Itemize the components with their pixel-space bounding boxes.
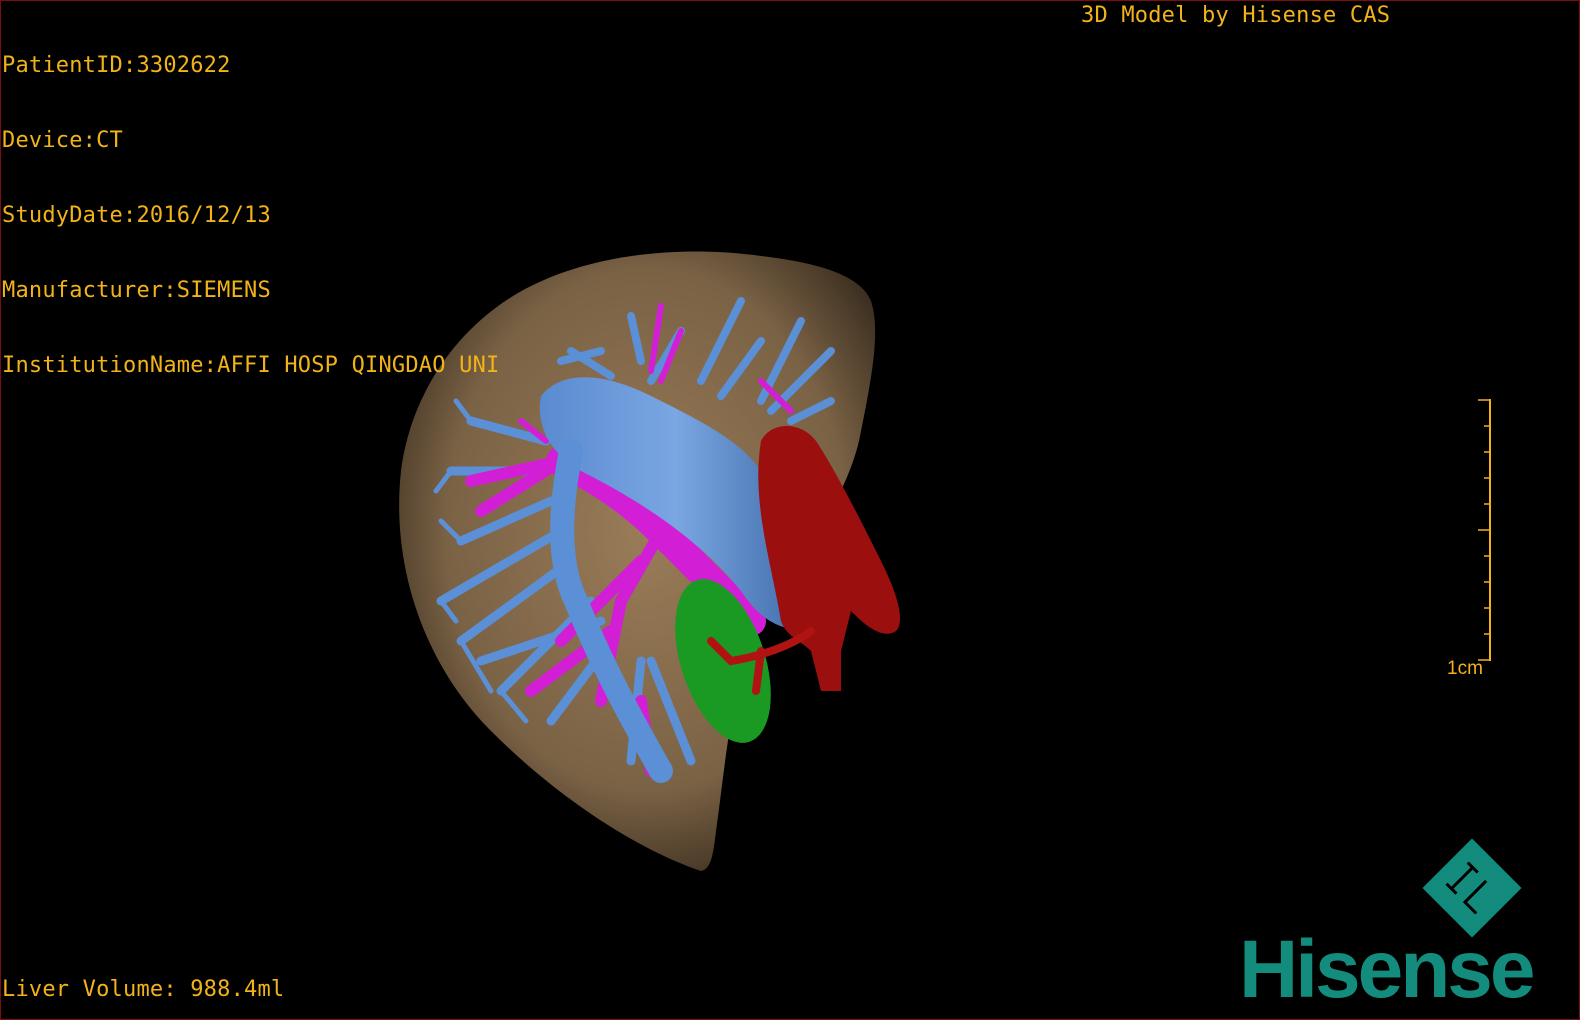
hisense-wordmark: Hisense xyxy=(1239,924,1536,1015)
scale-ruler xyxy=(1478,399,1491,661)
manufacturer-text: Manufacturer:SIEMENS xyxy=(2,278,271,303)
study-date-text: StudyDate:2016/12/13 xyxy=(2,203,271,228)
model-credit-text: 3D Model by Hisense CAS xyxy=(1081,3,1391,28)
liver-volume-text: Liver Volume: 988.4ml xyxy=(2,977,285,1002)
patient-id-text: PatientID:3302622 xyxy=(2,53,231,78)
institution-text: InstitutionName:AFFI HOSP QINGDAO UNI xyxy=(2,353,500,378)
3d-viewport[interactable]: PatientID:3302622 Device:CT StudyDate:20… xyxy=(0,0,1580,1020)
patient-info-overlay: PatientID:3302622 Device:CT StudyDate:20… xyxy=(2,3,499,428)
scale-label: 1cm xyxy=(1447,658,1483,679)
device-text: Device:CT xyxy=(2,128,124,153)
